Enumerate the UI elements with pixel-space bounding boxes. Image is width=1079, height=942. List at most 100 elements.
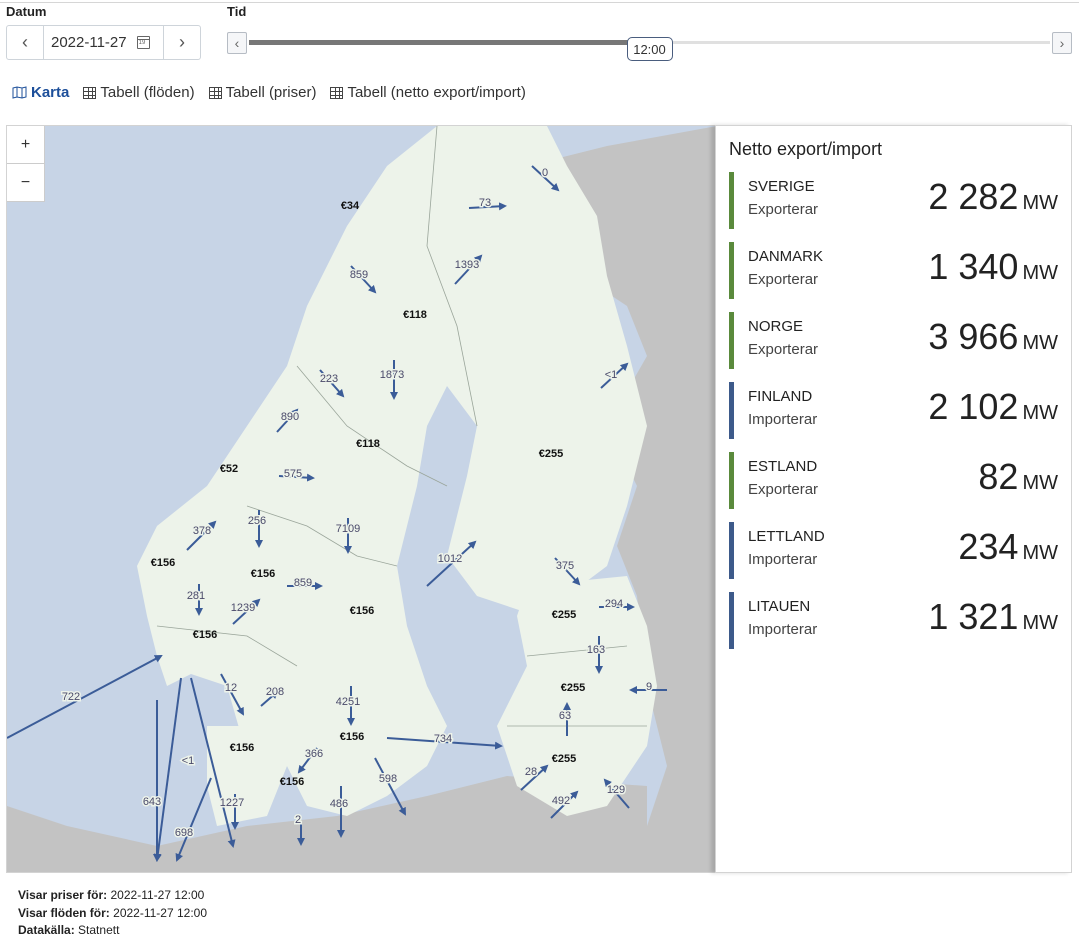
footer-prices-label: Visar priser för: — [18, 888, 108, 902]
tab-tabell-priser[interactable]: Tabell (priser) — [208, 84, 317, 101]
value-number: 1 340 — [928, 246, 1019, 287]
country-status: Exporterar — [748, 481, 819, 498]
price-label: €156 — [350, 605, 374, 617]
top-divider — [0, 2, 1079, 3]
value-unit: MW — [1022, 612, 1058, 634]
time-prev-button[interactable]: ‹ — [227, 32, 247, 54]
country-value: 234 MW — [958, 526, 1058, 568]
time-slider-track[interactable]: 12:00 — [249, 37, 1050, 61]
tab-label: Tabell (flöden) — [100, 84, 195, 101]
prev-date-button[interactable]: ‹ — [7, 26, 43, 59]
flow-label: 378 — [193, 525, 211, 537]
next-date-button[interactable]: › — [164, 26, 200, 59]
flow-label: 859 — [294, 577, 312, 589]
flow-label: 12 — [225, 682, 237, 694]
footer-source-value: Statnett — [78, 923, 120, 937]
flow-label: 698 — [175, 827, 193, 839]
country-row-danmark: DANMARK Exporterar 1 340 MW — [729, 242, 1059, 299]
flow-label: 1239 — [231, 602, 255, 614]
value-unit: MW — [1022, 192, 1058, 214]
flow-label: 4251 — [336, 696, 360, 708]
tab-tabell-netto[interactable]: Tabell (netto export/import) — [330, 84, 526, 101]
time-slider[interactable]: ‹ 12:00 › — [227, 32, 1072, 61]
flow-label: 734 — [434, 733, 452, 745]
flow-label: 281 — [187, 590, 205, 602]
flow-label: 1012 — [438, 553, 462, 565]
flow-label: 366 — [305, 748, 323, 760]
footer-source-label: Datakälla: — [18, 923, 75, 937]
country-value: 1 321 MW — [928, 596, 1058, 638]
country-status: Importerar — [748, 621, 818, 638]
flow-label: 223 — [320, 373, 338, 385]
footer-source: Datakälla: Statnett — [18, 923, 119, 937]
value-unit: MW — [1022, 262, 1058, 284]
flow-label: 859 — [350, 269, 368, 281]
flow-arrow — [7, 655, 163, 739]
tab-label: Karta — [31, 84, 70, 101]
flow-label: 256 — [248, 515, 266, 527]
zoom-in-button[interactable]: + — [7, 126, 44, 163]
price-label: €156 — [193, 629, 217, 641]
time-next-button[interactable]: › — [1052, 32, 1072, 54]
flow-label: 63 — [559, 710, 571, 722]
country-value: 2 282 MW — [928, 176, 1058, 218]
country-name: LETTLAND — [748, 528, 825, 545]
footer-flows: Visar flöden för: 2022-11-27 12:00 — [18, 906, 207, 920]
status-bar — [729, 592, 734, 649]
flow-label: 1393 — [455, 259, 479, 271]
flow-label: <1 — [182, 755, 195, 767]
price-label: €156 — [151, 557, 175, 569]
country-name: SVERIGE — [748, 178, 815, 195]
status-bar — [729, 312, 734, 369]
value-number: 2 282 — [928, 176, 1019, 217]
flow-label: 1227 — [220, 797, 244, 809]
country-row-finland: FINLAND Importerar 2 102 MW — [729, 382, 1059, 439]
flow-label: 73 — [479, 197, 491, 209]
country-status: Exporterar — [748, 271, 819, 288]
netto-panel: Netto export/import SVERIGE Exporterar 2 2… — [715, 125, 1072, 873]
country-name: NORGE — [748, 318, 804, 335]
price-label: €34 — [341, 200, 360, 212]
country-row-estland: ESTLAND Exporterar 82 MW — [729, 452, 1059, 509]
date-value: 2022-11-27 — [51, 34, 127, 51]
flow-label: 2 — [295, 814, 301, 826]
country-row-norge: NORGE Exporterar 3 966 MW — [729, 312, 1059, 369]
flow-label: 722 — [62, 691, 80, 703]
tab-label: Tabell (netto export/import) — [347, 84, 526, 101]
date-picker: ‹ 2022-11-27 › — [6, 25, 201, 60]
price-label: €156 — [251, 568, 275, 580]
country-name: ESTLAND — [748, 458, 818, 475]
price-label: €255 — [552, 753, 576, 765]
price-label: €118 — [403, 309, 427, 321]
tab-tabell-floden[interactable]: Tabell (flöden) — [83, 84, 195, 101]
tab-label: Tabell (priser) — [225, 84, 317, 101]
time-slider-fill — [249, 40, 630, 45]
flow-label: 598 — [379, 773, 397, 785]
map-canvas[interactable]: €34 €118 €118 €52 €156 €156 €156 €156 €156 €156 €1… — [7, 126, 716, 873]
price-label: €118 — [356, 438, 380, 450]
country-value: 2 102 MW — [928, 386, 1058, 428]
date-input[interactable]: 2022-11-27 — [43, 26, 164, 59]
country-row-litauen: LITAUEN Importerar 1 321 MW — [729, 592, 1059, 649]
country-value: 1 340 MW — [928, 246, 1058, 288]
price-label: €156 — [280, 776, 304, 788]
status-bar — [729, 242, 734, 299]
time-slider-thumb[interactable]: 12:00 — [626, 37, 673, 61]
table-icon — [83, 86, 97, 99]
flow-label: 890 — [281, 411, 299, 423]
tab-karta[interactable]: Karta — [12, 84, 69, 101]
map[interactable]: €34 €118 €118 €52 €156 €156 €156 €156 €156 €156 €1… — [6, 125, 716, 873]
value-unit: MW — [1022, 332, 1058, 354]
footer-prices: Visar priser för: 2022-11-27 12:00 — [18, 888, 204, 902]
table-icon — [330, 86, 344, 99]
price-label: €255 — [561, 682, 585, 694]
zoom-out-button[interactable]: − — [7, 163, 44, 201]
flow-label: 575 — [284, 468, 302, 480]
view-tabs: Karta Tabell (flöden) Tabell (priser) Ta… — [12, 84, 526, 101]
flow-label: 208 — [266, 686, 284, 698]
calendar-icon[interactable] — [136, 36, 150, 49]
flow-label: 7109 — [336, 523, 360, 535]
value-number: 1 321 — [928, 596, 1019, 637]
country-status: Importerar — [748, 551, 818, 568]
country-row-lettland: LETTLAND Importerar 234 MW — [729, 522, 1059, 579]
